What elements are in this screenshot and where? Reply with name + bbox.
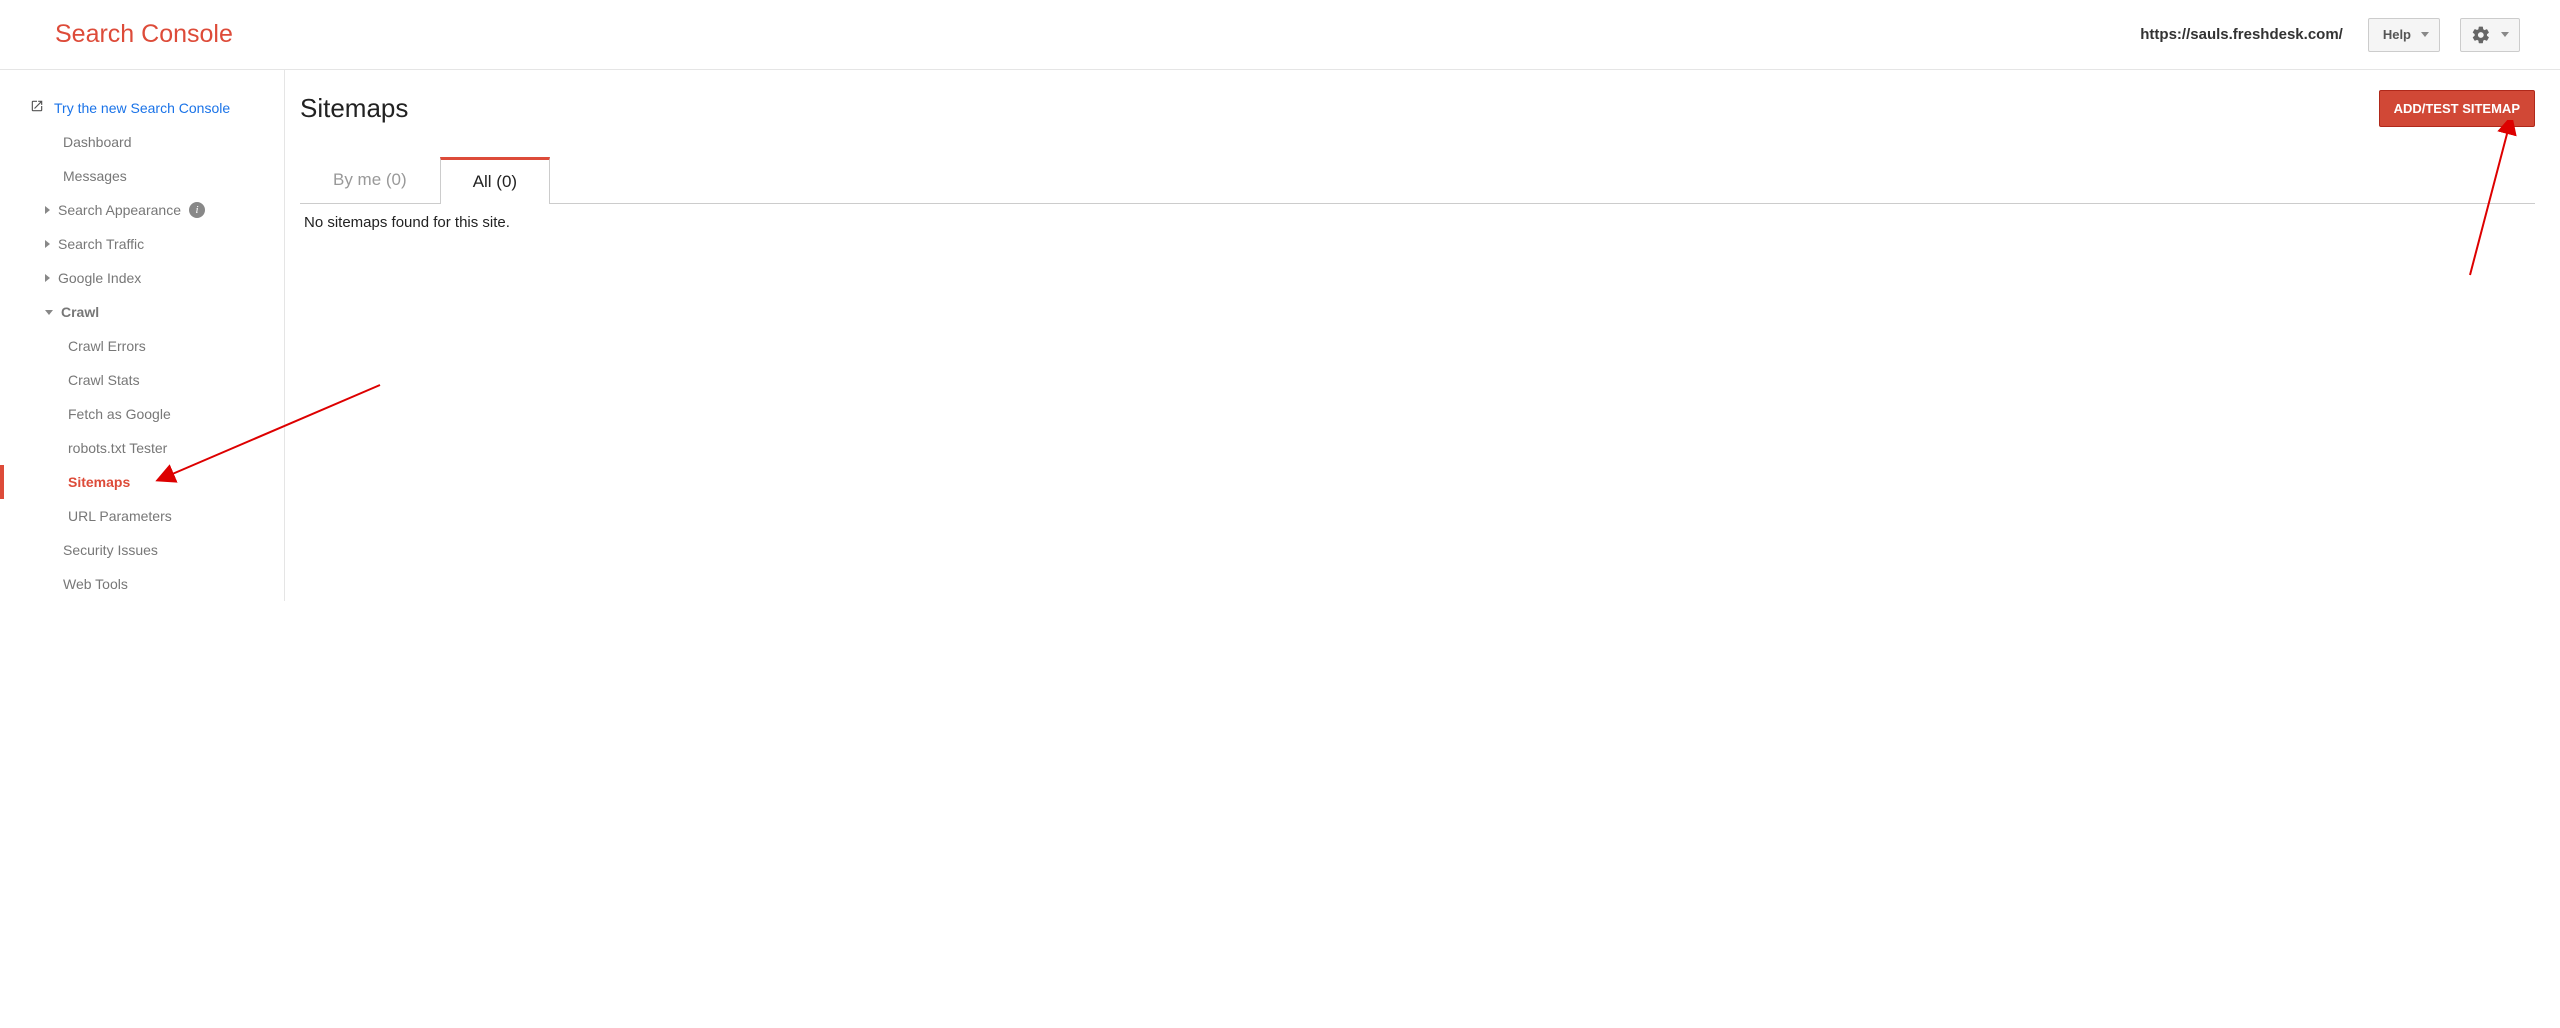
sidebar-item-fetch-as-google[interactable]: Fetch as Google <box>0 397 284 431</box>
body: Try the new Search Console Dashboard Mes… <box>0 70 2560 601</box>
try-new-console-link[interactable]: Try the new Search Console <box>0 90 284 125</box>
add-test-sitemap-button[interactable]: ADD/TEST SITEMAP <box>2379 90 2535 127</box>
sidebar-item-search-appearance[interactable]: Search Appearance i <box>0 193 284 227</box>
main-content: Sitemaps ADD/TEST SITEMAP By me (0) All … <box>285 70 2560 601</box>
search-appearance-label: Search Appearance <box>58 202 181 218</box>
crawl-label: Crawl <box>61 304 99 320</box>
sidebar-item-dashboard[interactable]: Dashboard <box>0 125 284 159</box>
chevron-down-icon <box>2501 32 2509 37</box>
page-title: Sitemaps <box>300 93 408 124</box>
title-bar: Sitemaps ADD/TEST SITEMAP <box>300 90 2535 127</box>
tabs: By me (0) All (0) <box>300 157 2535 204</box>
sidebar-item-crawl-errors[interactable]: Crawl Errors <box>0 329 284 363</box>
info-icon[interactable]: i <box>189 202 205 218</box>
settings-button[interactable] <box>2460 18 2520 52</box>
header: Search Console https://sauls.freshdesk.c… <box>0 0 2560 70</box>
empty-state-message: No sitemaps found for this site. <box>300 204 2535 241</box>
caret-right-icon <box>45 274 50 282</box>
property-url[interactable]: https://sauls.freshdesk.com/ <box>2140 26 2343 43</box>
sidebar-item-web-tools[interactable]: Web Tools <box>0 567 284 601</box>
sidebar-item-google-index[interactable]: Google Index <box>0 261 284 295</box>
sidebar-item-messages[interactable]: Messages <box>0 159 284 193</box>
sidebar-item-sitemaps[interactable]: Sitemaps <box>0 465 284 499</box>
tab-by-me[interactable]: By me (0) <box>300 157 440 203</box>
sidebar: Try the new Search Console Dashboard Mes… <box>0 70 285 601</box>
gear-icon <box>2471 25 2491 45</box>
logo[interactable]: Search Console <box>55 20 233 49</box>
google-index-label: Google Index <box>58 270 141 286</box>
help-label: Help <box>2383 27 2411 42</box>
chevron-down-icon <box>2421 32 2429 37</box>
external-link-icon <box>30 99 44 116</box>
search-traffic-label: Search Traffic <box>58 236 144 252</box>
caret-right-icon <box>45 206 50 214</box>
sidebar-item-robots-tester[interactable]: robots.txt Tester <box>0 431 284 465</box>
caret-down-icon <box>45 310 53 315</box>
help-button[interactable]: Help <box>2368 18 2440 52</box>
sidebar-item-security-issues[interactable]: Security Issues <box>0 533 284 567</box>
sidebar-item-crawl-stats[interactable]: Crawl Stats <box>0 363 284 397</box>
caret-right-icon <box>45 240 50 248</box>
sidebar-item-search-traffic[interactable]: Search Traffic <box>0 227 284 261</box>
sidebar-item-url-parameters[interactable]: URL Parameters <box>0 499 284 533</box>
sidebar-item-crawl[interactable]: Crawl <box>0 295 284 329</box>
tab-all[interactable]: All (0) <box>440 157 550 204</box>
try-link-label: Try the new Search Console <box>54 100 230 116</box>
